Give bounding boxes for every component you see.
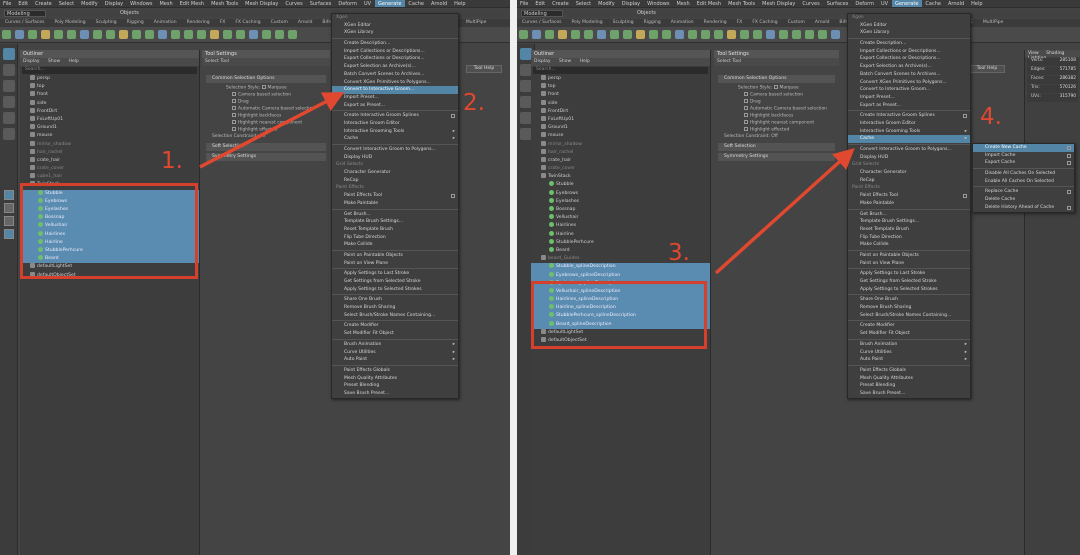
annotation-arrow-1 [199,92,345,169]
annotation-arrow-3 [714,147,855,275]
divider [510,0,517,555]
right-screenshot-panel: File Edit Create Select Modify Display Windows… [517,0,1080,555]
left-screenshot-panel: File Edit Create Select Modify Display Windows… [0,0,510,555]
